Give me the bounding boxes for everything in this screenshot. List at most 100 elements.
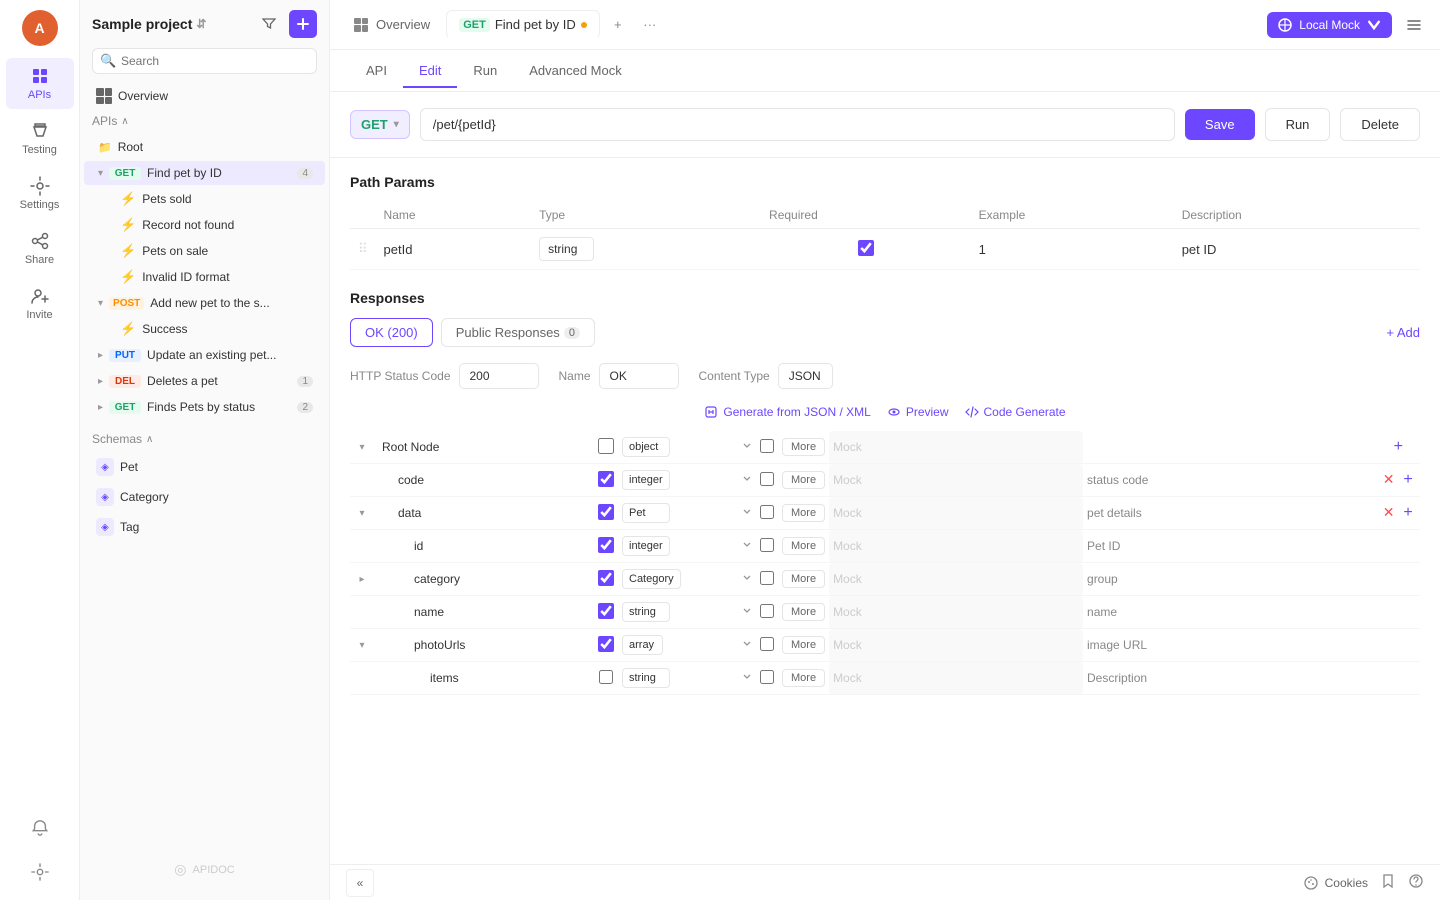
type-select[interactable]: Pet string integer — [622, 503, 670, 523]
response-tab-ok[interactable]: OK (200) — [350, 318, 433, 347]
add-button[interactable] — [289, 10, 317, 38]
more-button[interactable]: More — [782, 669, 825, 687]
more-checkbox[interactable] — [760, 604, 774, 618]
tab-advanced-mock[interactable]: Advanced Mock — [513, 55, 638, 88]
add-field-button[interactable]: + — [1400, 472, 1416, 488]
add-field-button[interactable]: + — [1390, 439, 1406, 455]
more-button[interactable]: More — [782, 471, 825, 489]
cookies-button[interactable]: Cookies — [1303, 875, 1368, 891]
nav-root[interactable]: 📁 Root — [84, 135, 325, 159]
collapse-button[interactable]: « — [346, 869, 374, 897]
nav-schema-tag[interactable]: ◈ Tag — [84, 513, 325, 541]
add-response-link[interactable]: + Add — [1386, 325, 1420, 340]
remove-field-button[interactable]: ✕ — [1381, 505, 1397, 521]
nav-schema-pet[interactable]: ◈ Pet — [84, 453, 325, 481]
field-checkbox[interactable] — [598, 438, 614, 454]
mock-value[interactable]: Mock — [829, 497, 1083, 530]
filter-button[interactable] — [255, 10, 283, 38]
hamburger-menu[interactable] — [1400, 11, 1428, 39]
field-checkbox[interactable] — [598, 636, 614, 652]
url-input[interactable] — [420, 108, 1175, 141]
remove-field-button[interactable]: ✕ — [1381, 472, 1397, 488]
required-checkbox[interactable] — [858, 240, 874, 256]
expand-button[interactable]: ▾ — [354, 439, 370, 455]
sidebar-item-apis[interactable]: APIs — [6, 58, 74, 109]
env-selector[interactable]: Local Mock — [1267, 12, 1392, 38]
expand-button[interactable]: ▾ — [354, 505, 370, 521]
type-select[interactable]: array string — [622, 635, 663, 655]
run-button[interactable]: Run — [1265, 108, 1331, 141]
tab-find-pet[interactable]: GET Find pet by ID — [446, 10, 600, 39]
type-select[interactable]: string integer — [539, 237, 594, 261]
tab-api[interactable]: API — [350, 55, 403, 88]
nav-overview[interactable]: Overview — [84, 83, 325, 109]
more-checkbox[interactable] — [760, 439, 774, 453]
nav-item-find-pet[interactable]: ▾ GET Find pet by ID 4 — [84, 161, 325, 185]
code-generate-link[interactable]: Code Generate — [965, 405, 1066, 419]
help-button[interactable] — [1408, 873, 1424, 892]
nav-sub-pets-on-sale[interactable]: ⚡ Pets on sale — [84, 239, 325, 263]
expand-button[interactable]: ▾ — [354, 637, 370, 653]
sidebar-item-invite[interactable]: Invite — [6, 278, 74, 329]
sidebar-item-share[interactable]: Share — [6, 223, 74, 274]
tab-add-button[interactable]: + — [604, 11, 632, 39]
mock-value[interactable]: Mock — [829, 464, 1083, 497]
more-checkbox[interactable] — [760, 472, 774, 486]
add-field-button[interactable]: + — [1400, 505, 1416, 521]
mock-value[interactable]: Mock — [829, 596, 1083, 629]
mock-value[interactable]: Mock — [829, 530, 1083, 563]
bookmark-button[interactable] — [1380, 873, 1396, 892]
nav-sub-success[interactable]: ⚡ Success — [84, 317, 325, 341]
content-type-select[interactable]: JSON XML — [778, 363, 833, 389]
more-button[interactable]: More — [782, 504, 825, 522]
nav-sub-record-not-found[interactable]: ⚡ Record not found — [84, 213, 325, 237]
field-checkbox[interactable] — [598, 504, 614, 520]
more-button[interactable]: More — [782, 537, 825, 555]
type-select[interactable]: object string integer array — [622, 437, 670, 457]
field-checkbox[interactable] — [598, 603, 614, 619]
mock-value[interactable]: Mock — [829, 629, 1083, 662]
mock-value[interactable]: Mock — [829, 431, 1083, 464]
field-checkbox[interactable] — [598, 537, 614, 553]
field-checkbox[interactable] — [598, 570, 614, 586]
more-checkbox[interactable] — [760, 670, 774, 684]
delete-button[interactable]: Delete — [1340, 108, 1420, 141]
nav-item-update-pet[interactable]: ▸ PUT Update an existing pet... — [84, 343, 325, 367]
name-input[interactable] — [599, 363, 679, 389]
type-select[interactable]: integer string object — [622, 470, 670, 490]
generate-json-link[interactable]: Generate from JSON / XML — [704, 405, 870, 419]
save-button[interactable]: Save — [1185, 109, 1255, 140]
more-button[interactable]: More — [782, 438, 825, 456]
nav-item-delete-pet[interactable]: ▸ DEL Deletes a pet 1 — [84, 369, 325, 393]
method-selector[interactable]: GET ▾ — [350, 110, 410, 139]
more-button[interactable]: More — [782, 570, 825, 588]
tab-edit[interactable]: Edit — [403, 55, 457, 88]
more-checkbox[interactable] — [760, 538, 774, 552]
more-button[interactable]: More — [782, 636, 825, 654]
sidebar-item-testing[interactable]: Testing — [6, 113, 74, 164]
mock-value[interactable]: Mock — [829, 662, 1083, 695]
nav-sub-invalid-id[interactable]: ⚡ Invalid ID format — [84, 265, 325, 289]
preview-link[interactable]: Preview — [887, 405, 949, 419]
tab-run[interactable]: Run — [457, 55, 513, 88]
type-select[interactable]: integer string — [622, 536, 670, 556]
search-input[interactable] — [92, 48, 317, 74]
more-checkbox[interactable] — [760, 637, 774, 651]
type-select[interactable]: Category string — [622, 569, 681, 589]
response-tab-public[interactable]: Public Responses 0 — [441, 318, 595, 347]
tab-more-button[interactable]: ··· — [636, 11, 664, 39]
nav-item-add-pet[interactable]: ▾ POST Add new pet to the s... — [84, 291, 325, 315]
type-select[interactable]: string integer — [622, 602, 670, 622]
type-select[interactable]: string integer — [622, 668, 670, 688]
nav-sub-pets-sold[interactable]: ⚡ Pets sold — [84, 187, 325, 211]
expand-button[interactable]: ▸ — [354, 571, 370, 587]
notification-button[interactable] — [22, 810, 58, 846]
mock-value[interactable]: Mock — [829, 563, 1083, 596]
sidebar-item-settings[interactable]: Settings — [6, 168, 74, 219]
field-checkbox[interactable] — [598, 471, 614, 487]
more-button[interactable]: More — [782, 603, 825, 621]
nav-schema-category[interactable]: ◈ Category — [84, 483, 325, 511]
field-checkbox[interactable] — [599, 670, 613, 684]
nav-item-find-pets-status[interactable]: ▸ GET Finds Pets by status 2 — [84, 395, 325, 419]
settings-button[interactable] — [22, 854, 58, 890]
